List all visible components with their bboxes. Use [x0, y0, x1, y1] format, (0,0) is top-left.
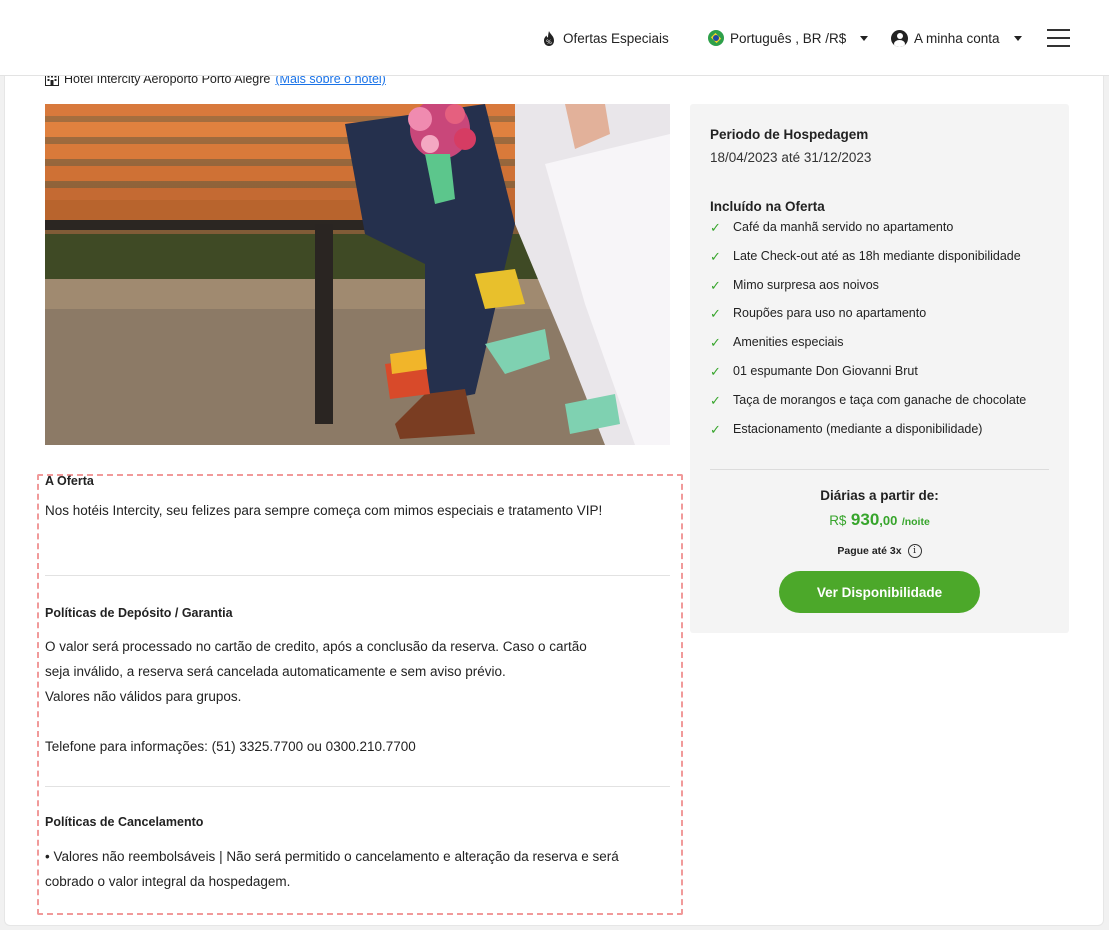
account-menu[interactable]: A minha conta [891, 27, 1022, 49]
offer-title: A Oferta [45, 474, 94, 488]
list-item: ✓ Late Check-out até as 18h mediante disp… [710, 248, 1021, 264]
account-label: A minha conta [914, 30, 1000, 46]
list-item: ✓ Roupões para uso no apartamento [710, 306, 927, 322]
stay-period-dates: 18/04/2023 até 31/12/2023 [710, 150, 872, 165]
wedding-couple-bench-image [45, 104, 670, 445]
hamburger-menu-button[interactable] [1047, 28, 1070, 48]
check-icon: ✓ [710, 421, 721, 437]
price-display: R$ 930,00 /noite [690, 510, 1069, 530]
info-icon[interactable]: i [907, 544, 922, 558]
check-availability-button[interactable]: Ver Disponibilidade [779, 571, 980, 613]
brazil-flag-icon [708, 30, 724, 46]
list-item: ✓ Taça de morangos e taça com ganache de … [710, 392, 1027, 408]
installments-info: Pague até 3x i [690, 544, 1069, 558]
top-navigation-bar: % Ofertas Especiais Português , BR /R$ A… [0, 0, 1109, 76]
user-icon [891, 29, 908, 47]
list-item: ✓ 01 espumante Don Giovanni Brut [710, 363, 918, 379]
price-per-night: /noite [901, 516, 930, 528]
deposit-policy-text: O valor será processado no cartão de cre… [45, 639, 587, 679]
chevron-down-icon [860, 35, 869, 41]
language-selector[interactable]: Português , BR /R$ [708, 27, 869, 49]
price-integer: 930 [850, 510, 880, 529]
check-icon: ✓ [710, 363, 721, 379]
check-icon: ✓ [710, 277, 721, 293]
stay-period-title: Periodo de Hospedagem [710, 127, 869, 142]
language-label: Português , BR /R$ [730, 30, 847, 46]
installments-label: Pague até 3x [837, 545, 902, 557]
list-item: ✓ Estacionamento (mediante a disponibilid… [710, 421, 983, 437]
list-item: ✓ Mimo surpresa aos noivos [710, 277, 879, 293]
offer-photo [45, 104, 670, 445]
deposit-policy-groups: Valores não válidos para grupos. [45, 689, 242, 704]
included-list: ✓ Café da manhã servido no apartamento ✓ L… [710, 220, 1026, 450]
divider [45, 575, 670, 576]
price-decimals: ,00 [879, 513, 898, 528]
check-icon: ✓ [710, 306, 721, 322]
check-icon: ✓ [710, 248, 721, 264]
offer-summary-panel: Periodo de Hospedagem 18/04/2023 até 31/… [690, 104, 1069, 633]
contact-phone: Telefone para informações: (51) 3325.770… [45, 739, 416, 754]
price-currency: R$ [829, 513, 847, 528]
deposit-policy-title: Políticas de Depósito / Garantia [45, 606, 233, 620]
cancellation-policy-text: • Valores não reembolsáveis | Não será p… [45, 849, 619, 889]
included-title: Incluído na Oferta [710, 199, 825, 214]
check-icon: ✓ [710, 335, 721, 351]
percent-flame-icon: % [544, 30, 554, 46]
check-icon: ✓ [710, 220, 721, 235]
svg-text:%: % [546, 39, 552, 46]
chevron-down-icon [1013, 35, 1022, 41]
special-offers-label: Ofertas Especiais [563, 30, 669, 46]
divider [710, 469, 1049, 470]
check-icon: ✓ [710, 392, 721, 408]
list-item: ✓ Café da manhã servido no apartamento [710, 220, 954, 235]
cancellation-policy-title: Políticas de Cancelamento [45, 815, 204, 829]
special-offers-link[interactable]: % Ofertas Especiais [541, 27, 669, 49]
price-label: Diárias a partir de: [820, 488, 939, 503]
divider [45, 786, 670, 787]
offer-description: Nos hotéis Intercity, seu felizes para s… [45, 503, 603, 518]
list-item: ✓ Amenities especiais [710, 335, 844, 351]
